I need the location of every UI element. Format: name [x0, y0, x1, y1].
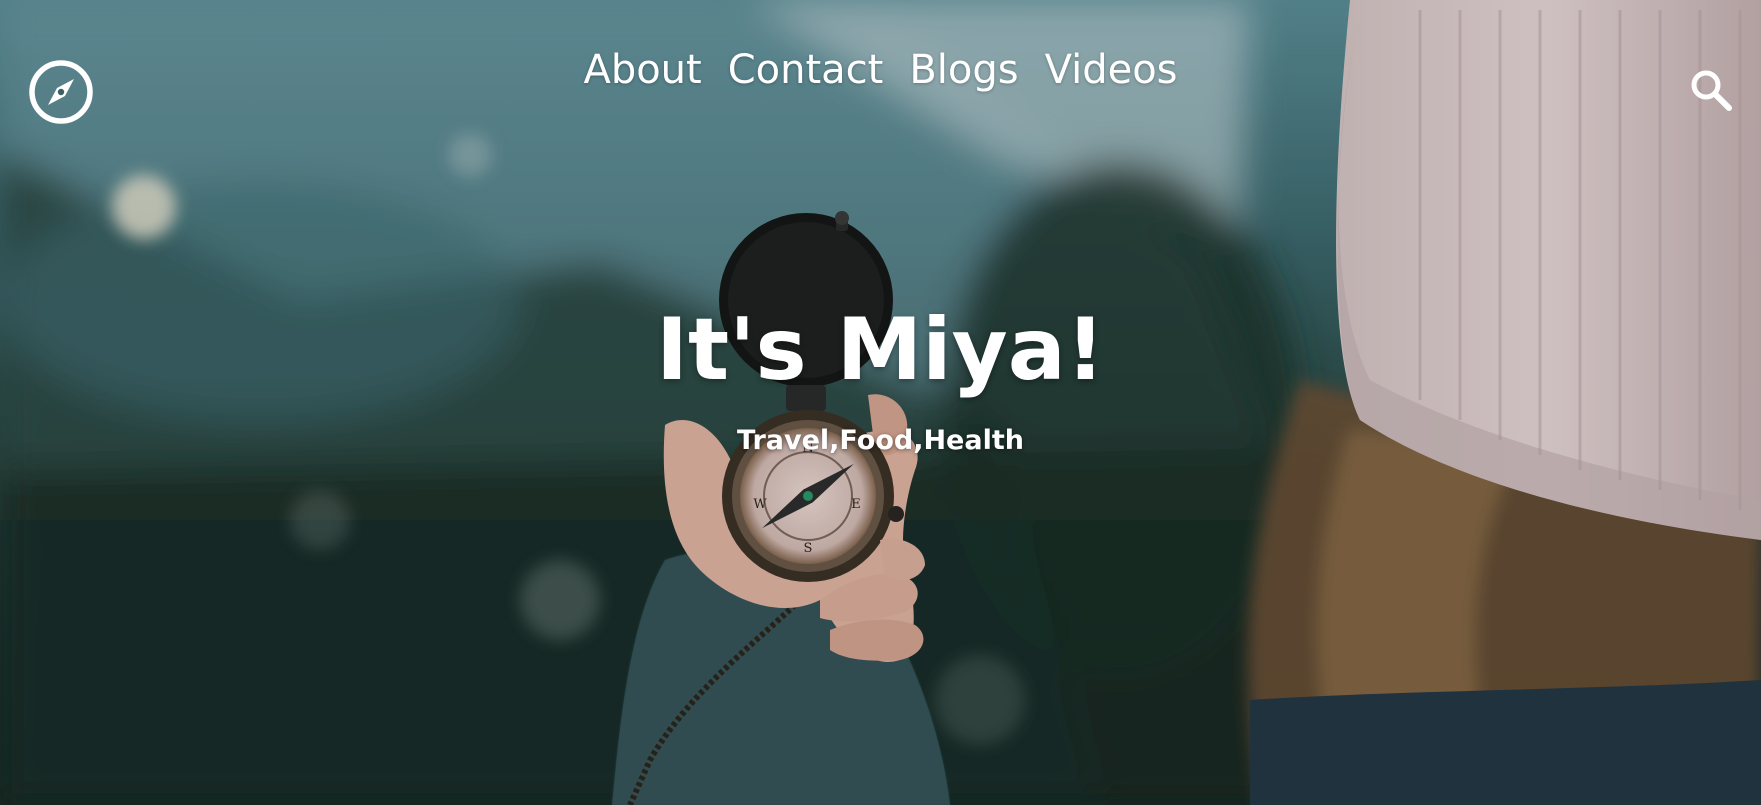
hero-section: N S W E About Contact Blogs Videos It's …	[0, 0, 1761, 805]
nav-blogs-link[interactable]: Blogs	[909, 44, 1018, 96]
hero-subtitle: Travel,Food,Health	[737, 425, 1024, 456]
search-icon[interactable]	[1689, 68, 1733, 112]
top-navigation: About Contact Blogs Videos	[0, 44, 1761, 96]
nav-videos-link[interactable]: Videos	[1045, 44, 1178, 96]
nav-about-link[interactable]: About	[583, 44, 701, 96]
hero-background-image: N S W E	[0, 0, 1761, 805]
hero-title: It's Miya!	[656, 300, 1105, 400]
nav-contact-link[interactable]: Contact	[728, 44, 884, 96]
